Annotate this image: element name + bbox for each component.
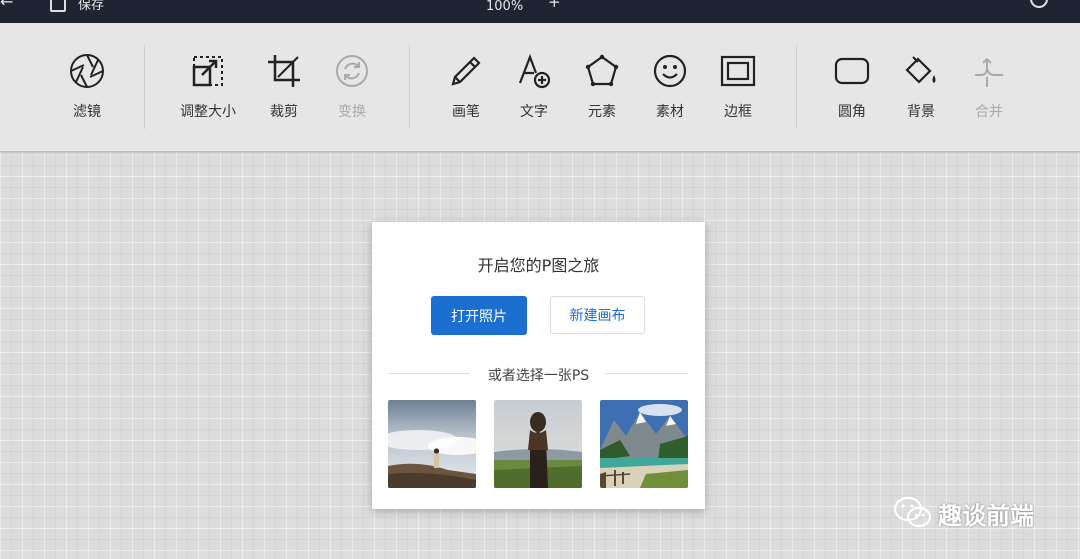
watermark: 趣谈前端 [893, 493, 1063, 533]
merge-icon [975, 58, 1003, 87]
tool-filter-label: 滤镜 [73, 104, 101, 120]
sample-image-girl[interactable] [494, 400, 582, 488]
text-add-icon [518, 53, 551, 89]
tool-border[interactable]: 边框 [703, 23, 773, 151]
watermark-text: 趣谈前端 [938, 502, 1034, 530]
polygon-icon [585, 54, 619, 87]
tool-merge-label: 合并 [975, 104, 1003, 120]
tool-transform-label: 变换 [338, 104, 366, 120]
smiley-icon [653, 54, 687, 88]
rounded-rect-icon [834, 57, 870, 85]
sample-image-lake[interactable] [600, 400, 688, 488]
aperture-icon [70, 54, 104, 88]
open-photo-button[interactable]: 打开照片 [431, 296, 527, 335]
divider-right [605, 373, 688, 374]
zoom-in-icon[interactable]: + [548, 0, 561, 11]
or-choose-label: 或者选择一张PS [487, 368, 590, 384]
new-canvas-button[interactable]: 新建画布 [550, 296, 645, 334]
tool-resize[interactable]: 调整大小 [173, 23, 243, 151]
tool-element[interactable]: 元素 [567, 23, 637, 151]
sample-image-clouds[interactable] [388, 400, 476, 488]
pencil-icon [451, 56, 481, 86]
tool-transform[interactable]: 变换 [317, 23, 387, 151]
crop-icon [268, 55, 300, 87]
save-label[interactable]: 保存 [78, 0, 104, 13]
back-arrow-icon[interactable]: ← [0, 0, 13, 11]
tool-background[interactable]: 背景 [886, 23, 956, 151]
tool-material[interactable]: 素材 [635, 23, 705, 151]
save-icon[interactable] [50, 0, 66, 12]
resize-icon [192, 56, 223, 87]
toolbar-divider [144, 45, 145, 129]
tool-merge[interactable]: 合并 [954, 23, 1024, 151]
history-icon[interactable] [1030, 0, 1048, 8]
tool-brush[interactable]: 画笔 [431, 23, 501, 151]
wechat-icon [893, 496, 932, 528]
start-dialog: 开启您的P图之旅 打开照片 新建画布 或者选择一张PS [372, 222, 705, 509]
toolbar: 滤镜 调整大小 裁剪 变换 画笔 文字 元素 素材 边框 圆角 背景 合并 [0, 23, 1080, 152]
dialog-title: 开启您的P图之旅 [477, 256, 600, 275]
toolbar-divider [409, 45, 410, 129]
tool-corner[interactable]: 圆角 [817, 23, 887, 151]
paint-bucket-icon [905, 56, 936, 84]
tool-filter[interactable]: 滤镜 [52, 23, 122, 151]
tool-border-label: 边框 [724, 104, 752, 120]
rotate-icon [336, 55, 368, 87]
frame-icon [720, 55, 756, 87]
more-icon[interactable]: ·· [898, 0, 910, 5]
tool-crop[interactable]: 裁剪 [249, 23, 319, 151]
zoom-level: 100% [486, 0, 524, 14]
top-bar: ← 保存 100% + ·· [0, 0, 1080, 23]
tool-text[interactable]: 文字 [499, 23, 569, 151]
toolbar-divider [796, 45, 797, 129]
